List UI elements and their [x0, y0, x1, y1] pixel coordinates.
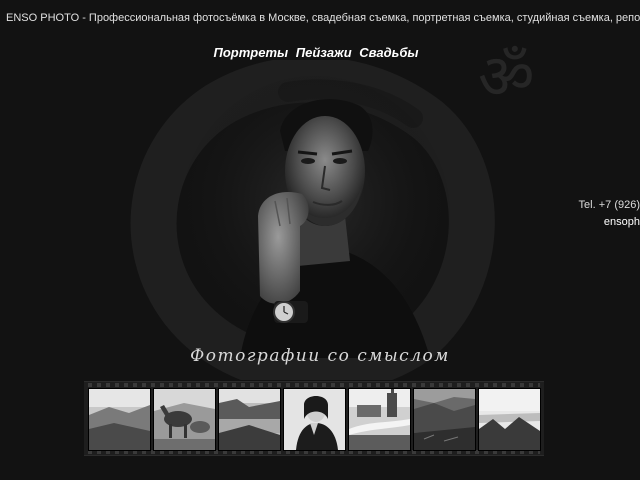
gallery-thumbnail-town-road[interactable] [348, 388, 411, 451]
film-perforation-top [88, 383, 540, 387]
page: ENSO PHOTO - Профессиональная фотосъёмка… [0, 0, 640, 480]
gallery-thumbnail-woman-portrait[interactable] [283, 388, 346, 451]
om-symbol-icon: ॐ [478, 40, 535, 113]
nav-portraits-link[interactable]: Портреты [214, 45, 289, 60]
gallery-thumbnail-horses[interactable] [153, 388, 216, 451]
gallery-thumbnail-mountain-sea[interactable] [478, 388, 541, 451]
nav-landscapes-link[interactable]: Пейзажи [296, 45, 352, 60]
main-nav: Портреты Пейзажи Свадьбы [0, 45, 632, 60]
filmstrip-gallery [84, 381, 544, 456]
tagline: Фотографии со смыслом [190, 346, 450, 366]
gallery-thumbnail-rocky-hills[interactable] [413, 388, 476, 451]
gallery-thumbnail-landscape-coast[interactable] [88, 388, 151, 451]
phone-number: Tel. +7 (926) [578, 199, 640, 211]
gallery-thumbnail-bay-cliffs[interactable] [218, 388, 281, 451]
email-link[interactable]: ensoph [579, 214, 640, 231]
nav-weddings-link[interactable]: Свадьбы [359, 45, 418, 60]
hero-portrait-image [180, 76, 450, 358]
page-title: ENSO PHOTO - Профессиональная фотосъёмка… [6, 12, 640, 24]
contact-block: Tel. +7 (926) ensoph [579, 197, 640, 231]
